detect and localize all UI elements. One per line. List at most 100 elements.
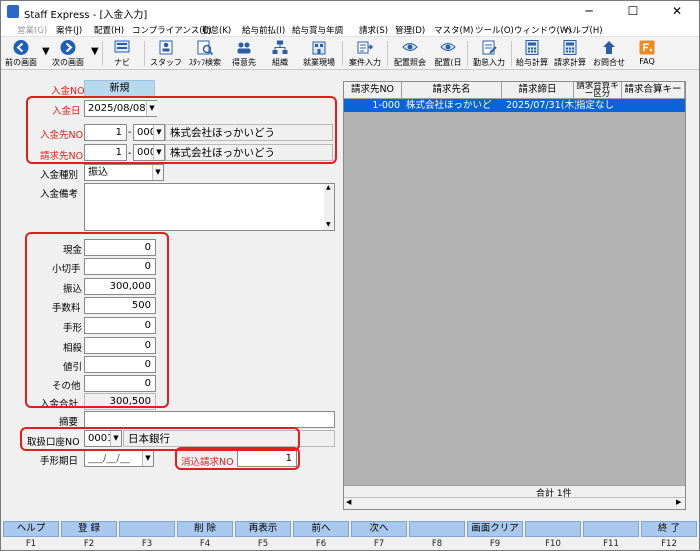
grid-header-sum-key-kbn[interactable]: 請求合算キー区分: [574, 82, 622, 99]
toolbar-worksite-button[interactable]: 就業現場: [299, 38, 339, 69]
menu-compliance[interactable]: コンプライアンス(C): [132, 24, 212, 36]
account-bank-name: 日本銀行: [123, 430, 335, 447]
toolbar-inquiry-button[interactable]: お問合せ: [590, 38, 628, 69]
toolbar-separator: [467, 41, 468, 66]
arrow-right-icon: [60, 40, 76, 55]
scroll-left-icon[interactable]: ◀: [346, 498, 351, 506]
toolbar-job-entry-button[interactable]: 案件入力: [345, 38, 385, 69]
note-due-dropdown[interactable]: ▼: [142, 451, 153, 466]
summary-field[interactable]: [84, 411, 335, 428]
menu-management[interactable]: 管理(D): [395, 24, 425, 36]
amount-field-discount[interactable]: 0: [84, 356, 156, 373]
f2-register-button[interactable]: 登 録 F2: [61, 521, 117, 551]
f12-exit-button[interactable]: 終 了 F12: [641, 521, 697, 551]
f8-button[interactable]: F8: [409, 521, 465, 551]
clear-billing-no-field[interactable]: 1: [237, 450, 297, 467]
menu-billing[interactable]: 請求(S): [359, 24, 388, 36]
toolbar-faq-button[interactable]: FAQ: [632, 38, 662, 69]
amount-field-other[interactable]: 0: [84, 375, 156, 392]
amount-label-check: 小切手: [52, 264, 81, 275]
menu-payroll[interactable]: 給与賞与年調: [292, 24, 343, 36]
grid-header-sum-key[interactable]: 請求合算キー: [622, 82, 685, 99]
amount-field-fee[interactable]: 500: [84, 297, 156, 314]
menu-help[interactable]: ヘルプ(H): [564, 24, 603, 36]
amount-label-other: その他: [52, 381, 81, 392]
menu-master[interactable]: マスタ(M): [434, 24, 473, 36]
f9-clear-screen-button[interactable]: 画面クリア F9: [467, 521, 523, 551]
forward-history-dropdown[interactable]: ▼: [91, 46, 99, 77]
menu-placement[interactable]: 配置(H): [94, 24, 124, 36]
f6-prev-button[interactable]: 前へ F6: [293, 521, 349, 551]
billing-grid[interactable]: 請求先NO 請求先名 請求締日 請求合算キー区分 請求合算キー 1-000 株式…: [343, 81, 686, 510]
deposit-no-label: 入金NO: [51, 86, 85, 97]
faq-icon: [639, 40, 655, 55]
f11-button[interactable]: F11: [583, 521, 639, 551]
toolbar-staff-button[interactable]: スタッフ: [148, 38, 184, 69]
scroll-up-icon[interactable]: ▲: [326, 184, 331, 191]
menu-advance-pay[interactable]: 給与前払(I): [242, 24, 285, 36]
f7-next-button[interactable]: 次へ F7: [351, 521, 407, 551]
payer-no-field[interactable]: 1: [84, 124, 127, 141]
function-key-bar: ヘルプ F1 登 録 F2 F3 削 除 F4 再表示 F5 前へ F6 次へ F7 F8 …: [1, 521, 699, 551]
toolbar-organization-button[interactable]: 組織: [263, 38, 297, 69]
menu-job[interactable]: 案件(J): [56, 24, 82, 36]
toolbar-placement-inquiry-button[interactable]: 配置照会: [390, 38, 430, 69]
clear-billing-no-label: 消込請求NO: [181, 457, 234, 468]
placement-daily-icon: [440, 43, 456, 51]
grid-horizontal-scrollbar[interactable]: ◀ ▶: [344, 497, 685, 509]
amount-field-offset[interactable]: 0: [84, 337, 156, 354]
toolbar-billing-calc-button[interactable]: 請求計算: [551, 38, 589, 69]
amount-field-cash[interactable]: 0: [84, 239, 156, 256]
staff-icon: [159, 40, 173, 55]
billing-branch-dropdown[interactable]: ▼: [153, 145, 164, 160]
account-no-dropdown[interactable]: ▼: [110, 431, 121, 446]
amount-label-transfer: 振込: [63, 284, 83, 295]
amount-field-bill[interactable]: 0: [84, 317, 156, 334]
deposit-type-dropdown[interactable]: ▼: [152, 165, 163, 180]
deposit-date-dropdown[interactable]: ▼: [146, 101, 157, 116]
toolbar-forward-button[interactable]: 次の画面: [49, 38, 87, 69]
toolbar-navi-button[interactable]: ナビ: [107, 38, 137, 69]
f3-button[interactable]: F3: [119, 521, 175, 551]
f1-help-button[interactable]: ヘルプ F1: [3, 521, 59, 551]
maximize-button[interactable]: ☐: [611, 1, 655, 23]
close-button[interactable]: ✕: [655, 1, 699, 23]
table-row[interactable]: 1-000 株式会社ほっかいど 2025/07/31(木) 指定なし: [344, 99, 685, 112]
scroll-right-icon[interactable]: ▶: [676, 498, 681, 506]
amount-field-check[interactable]: 0: [84, 258, 156, 275]
menu-sales[interactable]: 営業(G): [17, 24, 47, 36]
remarks-textarea[interactable]: [84, 183, 335, 231]
grid-header-closing-date[interactable]: 請求締日: [502, 82, 574, 99]
toolbar-placement-daily-button[interactable]: 配置(日: [431, 38, 465, 69]
amount-field-transfer[interactable]: 300,000: [84, 278, 156, 295]
toolbar-attendance-entry-button[interactable]: 勤怠入力: [469, 38, 509, 69]
toolbar-back-button[interactable]: 前の画面: [3, 38, 39, 69]
grid-header-billing-name[interactable]: 請求先名: [402, 82, 502, 99]
f5-refresh-button[interactable]: 再表示 F5: [235, 521, 291, 551]
customer-icon: [237, 42, 251, 54]
f4-delete-button[interactable]: 削 除 F4: [177, 521, 233, 551]
deposit-date-label: 入金日: [52, 106, 81, 117]
staff-search-icon: [197, 40, 214, 56]
toolbar-customer-button[interactable]: 得意先: [227, 38, 261, 69]
title-bar: Staff Express - [入金入力] ─ ☐ ✕: [1, 1, 699, 23]
job-entry-icon: [357, 41, 374, 54]
organization-icon: [272, 40, 288, 54]
menu-tools[interactable]: ツール(O): [475, 24, 514, 36]
note-due-label: 手形期日: [40, 456, 79, 467]
toolbar-separator: [342, 41, 343, 66]
scroll-down-icon[interactable]: ▼: [326, 221, 331, 228]
toolbar-separator: [387, 41, 388, 66]
toolbar-payroll-calc-button[interactable]: 給与計算: [513, 38, 551, 69]
payer-no-label: 入金先NO: [40, 130, 84, 141]
billing-no-field[interactable]: 1: [84, 144, 127, 161]
minimize-button[interactable]: ─: [567, 1, 611, 23]
toolbar-staff-search-button[interactable]: ｽﾀｯﾌ検索: [185, 38, 225, 69]
grid-header-billing-no[interactable]: 請求先NO: [344, 82, 402, 99]
f10-button[interactable]: F10: [525, 521, 581, 551]
account-no-label: 取扱口座NO: [27, 437, 80, 448]
app-window: Staff Express - [入金入力] ─ ☐ ✕ 営業(G) 案件(J)…: [0, 0, 700, 551]
menu-attendance[interactable]: 勤怠(K): [202, 24, 231, 36]
menu-window[interactable]: ウィンドウ(W): [514, 24, 572, 36]
payer-branch-dropdown[interactable]: ▼: [153, 125, 164, 140]
